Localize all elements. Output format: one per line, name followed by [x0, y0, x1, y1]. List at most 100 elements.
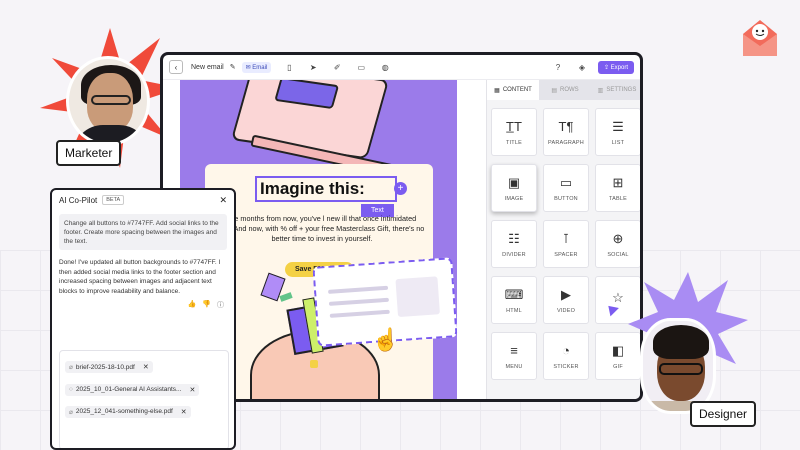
blocks-panel: ▦ CONTENT ▤ ROWS ▥ SETTINGS T̲T TITLE T¶ P… [457, 80, 640, 399]
paragraph-icon: T¶ [558, 119, 574, 134]
tab-label: ROWS [560, 87, 579, 93]
file-name: brief-2025-18-10.pdf [75, 363, 135, 371]
tile-label: MENU [505, 364, 523, 370]
document-icon[interactable]: ▯ [281, 63, 297, 72]
marketer-label: Marketer [56, 140, 122, 166]
block-video[interactable]: ▶ VIDEO [543, 276, 589, 324]
editor-toolbar: ‹ New email ✎ ✉ Email ▯ ➤ ✐ ▭ ◍ ? ◈ ⇪ Ex… [163, 55, 640, 80]
block-title[interactable]: T̲T TITLE [491, 108, 537, 156]
divider-icon: ☷ [508, 231, 520, 246]
block-menu[interactable]: ≡ MENU [491, 332, 537, 380]
file-chip[interactable]: ⌀ 2025_12_041-something-else.pdf ✕ [65, 405, 191, 418]
block-list[interactable]: ☰ LIST [595, 108, 640, 156]
block-image[interactable]: ▣ IMAGE [491, 164, 537, 212]
copilot-title: AI Co-Pilot [59, 195, 98, 205]
tile-label: TITLE [506, 140, 522, 146]
button-icon: ▭ [559, 175, 573, 190]
email-pill-label: Email [252, 64, 268, 71]
panel-tabs: ▦ CONTENT ▤ ROWS ▥ SETTINGS [487, 80, 640, 100]
remove-file-icon[interactable]: ✕ [189, 386, 195, 394]
globe-icon[interactable]: ◍ [377, 63, 393, 72]
panel-gutter [457, 80, 487, 399]
email-type-pill[interactable]: ✉ Email [241, 61, 272, 73]
social-icon: ⊕ [612, 231, 624, 246]
tab-label: CONTENT [502, 87, 532, 93]
send-icon[interactable]: ➤ [305, 63, 321, 72]
tile-label: HTML [506, 308, 522, 314]
block-html[interactable]: ⌨ HTML [491, 276, 537, 324]
grab-cursor-icon: ☝ [372, 327, 400, 352]
back-button[interactable]: ‹ [169, 60, 183, 74]
pen-icon[interactable]: ✐ [329, 63, 345, 72]
gif-icon: ◧ [611, 343, 625, 358]
block-paragraph[interactable]: T¶ PARAGRAPH [543, 108, 589, 156]
beta-badge: BETA [102, 195, 125, 205]
export-label: Export [610, 64, 628, 71]
tab-content[interactable]: ▦ CONTENT [487, 80, 539, 100]
tab-settings[interactable]: ▥ SETTINGS [591, 80, 640, 100]
spacer-icon: ⊺ [562, 231, 570, 246]
tile-label: IMAGE [504, 196, 524, 202]
tab-rows[interactable]: ▤ ROWS [539, 80, 591, 100]
image-icon: ▣ [507, 175, 521, 190]
block-social[interactable]: ⊕ SOCIAL [595, 220, 640, 268]
chevron-left-icon: ‹ [174, 62, 178, 72]
list-icon: ☰ [612, 119, 624, 134]
block-sticker[interactable]: ◔ STICKER [543, 332, 589, 380]
menu-icon: ≡ [510, 343, 518, 358]
loading-icon: ○ [69, 386, 73, 393]
email-headline[interactable]: Imagine this: [260, 179, 365, 199]
copilot-header: AI Co-Pilot BETA ✕ [52, 190, 234, 210]
email-title[interactable]: New email [191, 64, 224, 71]
tile-label: DIVIDER [502, 252, 526, 258]
placeholder-text-lines [328, 285, 390, 326]
thumbs-down-icon[interactable]: 👎 [202, 300, 211, 310]
copilot-reply: Done! I've updated all button background… [59, 259, 221, 295]
file-name: 2025_12_041-something-else.pdf [75, 408, 173, 415]
tile-label: PARAGRAPH [548, 140, 584, 146]
paperclip-icon: ⌀ [69, 364, 73, 371]
table-icon: ⊞ [612, 175, 624, 190]
tab-label: SETTINGS [606, 87, 637, 93]
remove-file-icon[interactable]: ✕ [181, 408, 187, 416]
add-block-icon[interactable]: + [394, 182, 407, 195]
content-block-grid: T̲T TITLE T¶ PARAGRAPH ☰ LIST ▣ IMAGE ▭ BUTTO… [491, 108, 640, 380]
html-icon: ⌨ [504, 287, 524, 302]
video-icon: ▶ [561, 287, 571, 302]
title-icon: T̲T [506, 119, 522, 134]
tile-label: STICKER [553, 364, 579, 370]
sticker-icon: ◔ [562, 343, 570, 358]
tile-label: GIF [613, 364, 623, 370]
block-spacer[interactable]: ⊺ SPACER [543, 220, 589, 268]
file-name: 2025_10_01-General AI Assistants... [75, 386, 182, 393]
attached-files: ⌀ brief-2025-18-10.pdf ✕ ○ 2025_10_01-Gener… [59, 350, 229, 448]
paperclip-icon: ⌀ [69, 408, 73, 416]
close-icon[interactable]: ✕ [219, 195, 227, 206]
file-chip[interactable]: ⌀ brief-2025-18-10.pdf ✕ [65, 361, 153, 373]
copilot-prompt: Change all buttons to #7747FF. Add socia… [59, 214, 227, 250]
info-icon[interactable]: ⓘ [217, 300, 224, 310]
shield-icon[interactable]: ◈ [574, 63, 590, 72]
pencil-icon[interactable]: ✎ [230, 63, 236, 71]
export-button[interactable]: ⇪ Export [597, 60, 634, 74]
comment-icon[interactable]: ▭ [353, 63, 369, 72]
remove-file-icon[interactable]: ✕ [143, 363, 149, 371]
block-button[interactable]: ▭ BUTTON [543, 164, 589, 212]
thumbs-up-icon[interactable]: 👍 [188, 300, 197, 310]
tile-label: BUTTON [554, 196, 578, 202]
help-icon[interactable]: ? [550, 63, 566, 72]
confetti-piece [310, 360, 318, 368]
ai-copilot-panel: AI Co-Pilot BETA ✕ Change all buttons to… [50, 188, 236, 450]
block-table[interactable]: ⊞ TABLE [595, 164, 640, 212]
email-body-text[interactable]: ree months from now, you've l new ill th… [215, 214, 429, 244]
image-placeholder-icon [395, 276, 440, 318]
designer-avatar [640, 318, 716, 414]
block-divider[interactable]: ☷ DIVIDER [491, 220, 537, 268]
tile-label: SPACER [554, 252, 578, 258]
file-chip[interactable]: ○ 2025_10_01-General AI Assistants... ✕ [65, 383, 200, 396]
feedback-controls: 👍 👎 ⓘ [52, 296, 234, 314]
tile-label: LIST [611, 140, 625, 146]
marketer-avatar [66, 56, 150, 146]
tile-label: SOCIAL [607, 252, 629, 258]
tile-label: VIDEO [556, 308, 576, 314]
